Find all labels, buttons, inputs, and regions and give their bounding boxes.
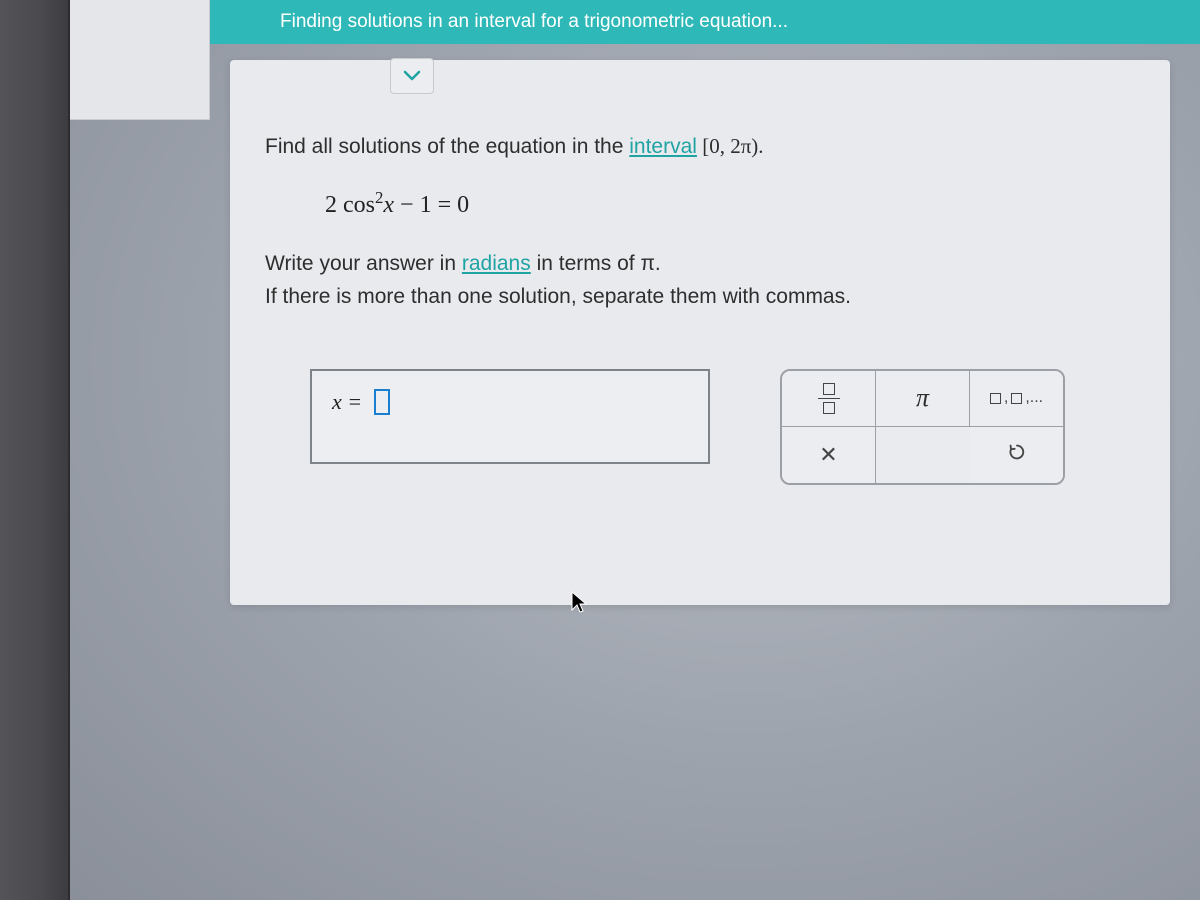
radians-prefix: Write your answer in bbox=[265, 252, 462, 275]
instruction-line-3: If there is more than one solution, sepa… bbox=[265, 280, 1135, 314]
list-button[interactable]: ,,... bbox=[970, 371, 1063, 426]
instruction-line-1: Find all solutions of the equation in th… bbox=[265, 130, 1135, 164]
radians-link[interactable]: radians bbox=[462, 252, 531, 275]
interval-notation: [0, 2π). bbox=[697, 134, 764, 158]
answer-input[interactable]: x = bbox=[310, 369, 710, 464]
list-icon: ,,... bbox=[990, 389, 1043, 407]
problem-card: Find all solutions of the equation in th… bbox=[230, 60, 1170, 605]
screen-area: Finding solutions in an interval for a t… bbox=[70, 0, 1200, 900]
undo-icon bbox=[1006, 441, 1028, 469]
monitor-bezel bbox=[0, 0, 70, 900]
page-title: Finding solutions in an interval for a t… bbox=[280, 11, 788, 33]
pi-icon: π bbox=[916, 383, 929, 413]
interval-link[interactable]: interval bbox=[629, 135, 697, 158]
clear-button[interactable]: ✕ bbox=[782, 427, 876, 483]
answer-label: x = bbox=[332, 389, 362, 415]
close-icon: ✕ bbox=[819, 442, 837, 468]
fraction-button[interactable] bbox=[782, 371, 876, 426]
answer-placeholder-slot[interactable] bbox=[374, 389, 390, 415]
answer-row: x = π bbox=[265, 369, 1135, 485]
chevron-down-icon bbox=[403, 70, 421, 82]
radians-suffix: in terms of π. bbox=[531, 252, 661, 275]
equation-display: 2 cos2x − 1 = 0 bbox=[325, 188, 1135, 219]
pi-button[interactable]: π bbox=[876, 371, 970, 426]
header-bar: Finding solutions in an interval for a t… bbox=[210, 0, 1200, 44]
instruction-line-2: Write your answer in radians in terms of… bbox=[265, 247, 1135, 281]
problem-dropdown-button[interactable] bbox=[390, 58, 434, 94]
left-sidebar-panel bbox=[70, 0, 210, 120]
math-toolbox: π ,,... ✕ bbox=[780, 369, 1065, 485]
fraction-icon bbox=[818, 383, 840, 415]
reset-button[interactable] bbox=[970, 427, 1063, 483]
instruction-prefix: Find all solutions of the equation in th… bbox=[265, 135, 629, 158]
